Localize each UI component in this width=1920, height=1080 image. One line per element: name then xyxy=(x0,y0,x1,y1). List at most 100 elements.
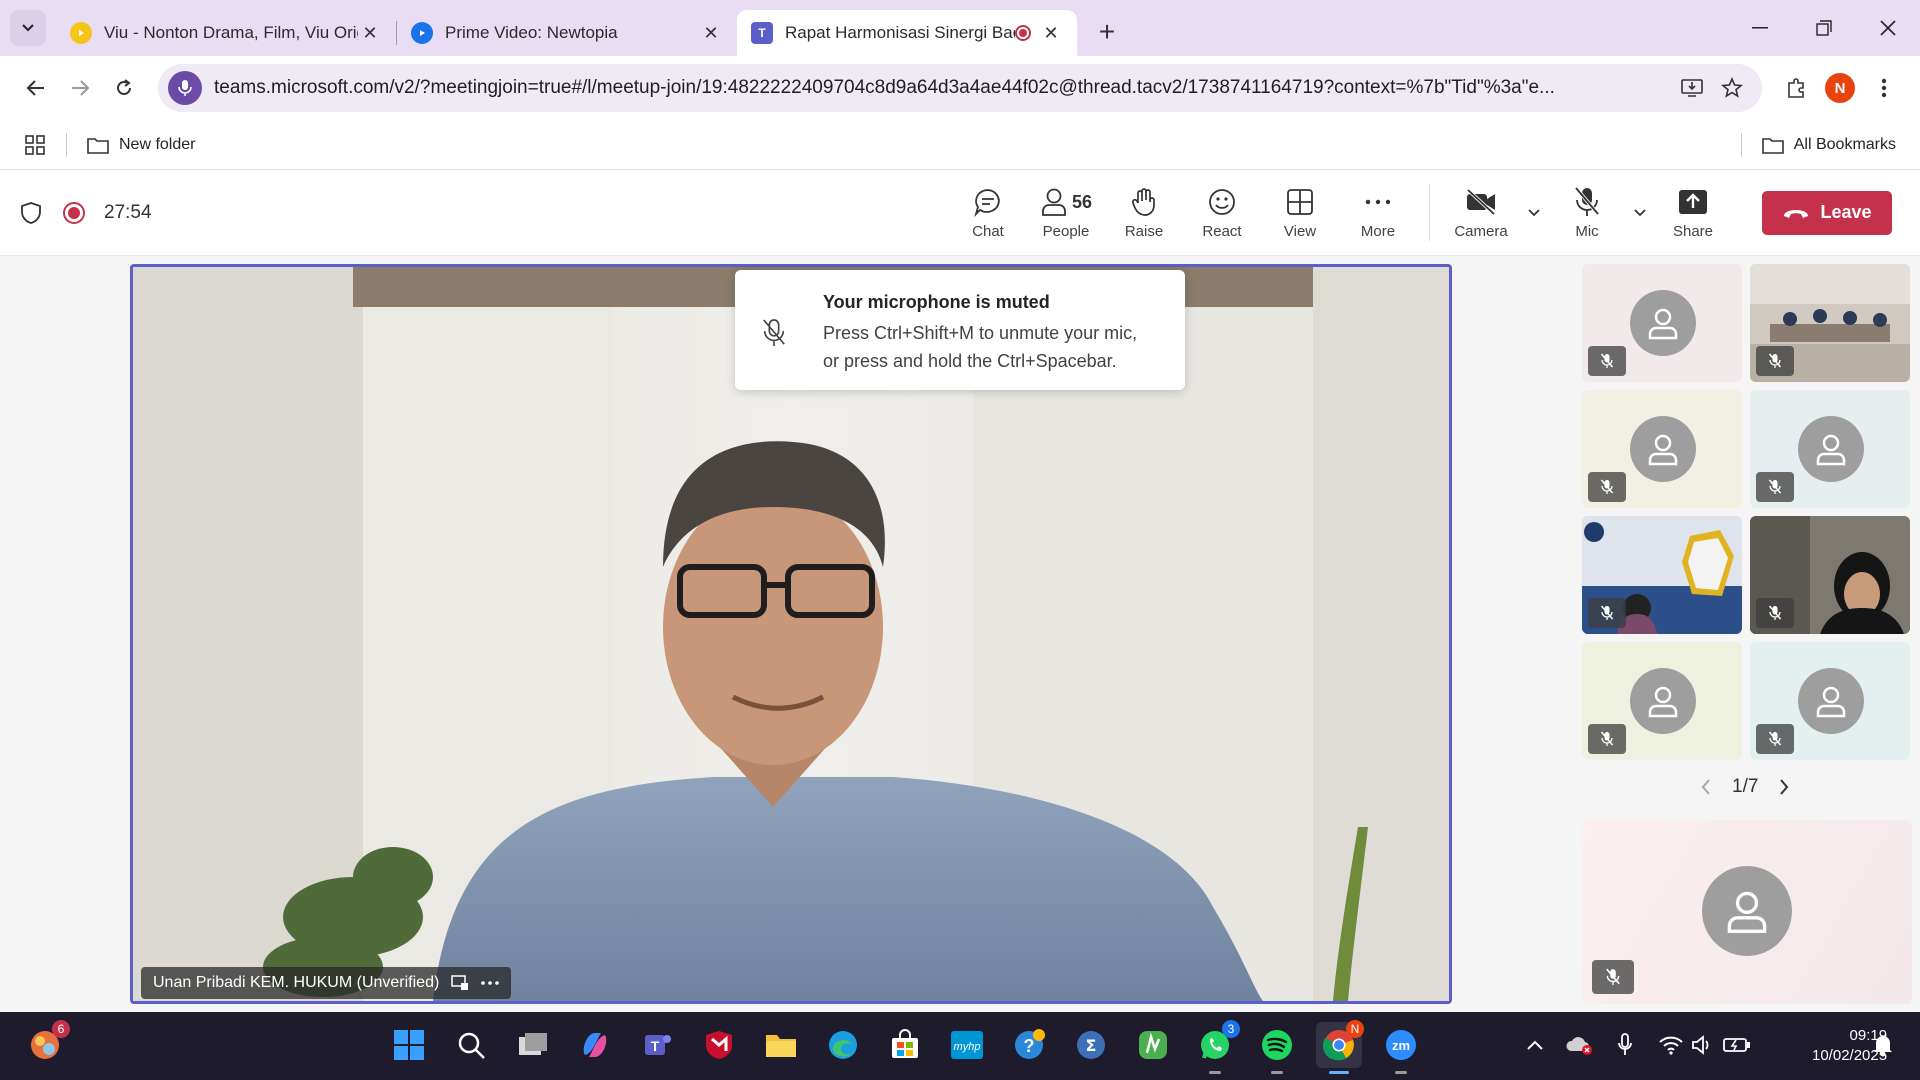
react-button[interactable]: React xyxy=(1183,178,1261,248)
divider xyxy=(1429,184,1430,241)
mcafee-shield-icon xyxy=(706,1031,732,1059)
smiley-icon xyxy=(1209,189,1235,215)
meeting-timer: 27:54 xyxy=(104,201,152,223)
file-explorer-button[interactable] xyxy=(758,1022,804,1068)
participant-tile-video[interactable] xyxy=(1582,516,1742,634)
copilot-button[interactable] xyxy=(572,1022,618,1068)
camera-button[interactable]: Camera xyxy=(1442,178,1520,248)
zoom-button[interactable]: zm xyxy=(1378,1022,1424,1074)
chevron-left-icon[interactable] xyxy=(1700,778,1712,796)
microsoft-store-button[interactable] xyxy=(882,1022,928,1068)
microphone-tray-button[interactable] xyxy=(1602,1022,1648,1068)
bookmark-label: New folder xyxy=(119,135,196,153)
spotify-button[interactable] xyxy=(1254,1022,1300,1074)
onedrive-button[interactable] xyxy=(1556,1022,1602,1068)
back-button[interactable] xyxy=(14,66,58,110)
apps-button[interactable] xyxy=(24,134,46,156)
more-dots-icon[interactable] xyxy=(481,981,500,985)
whatsapp-button[interactable]: 3 xyxy=(1192,1020,1240,1074)
svg-text:myhp: myhp xyxy=(954,1041,981,1053)
task-view-button[interactable] xyxy=(510,1022,556,1068)
tab-viu[interactable]: Viu - Nonton Drama, Film, Viu Original ✕ xyxy=(56,10,396,56)
mcafee-button[interactable] xyxy=(696,1022,742,1068)
get-help-button[interactable]: ? xyxy=(1006,1022,1052,1068)
green-app-button[interactable] xyxy=(1130,1022,1176,1068)
search-button[interactable] xyxy=(448,1022,494,1068)
notifications-button[interactable] xyxy=(1860,1022,1906,1068)
address-bar[interactable]: teams.microsoft.com/v2/?meetingjoin=true… xyxy=(158,64,1762,112)
running-indicator xyxy=(1209,1071,1221,1074)
battery-button[interactable] xyxy=(1714,1022,1760,1068)
windows-logo-icon xyxy=(394,1030,424,1060)
security-shield-icon[interactable] xyxy=(20,201,42,225)
participant-tile[interactable] xyxy=(1582,642,1742,760)
forward-button[interactable] xyxy=(58,66,102,110)
viu-icon xyxy=(70,22,92,44)
help-icon: ? xyxy=(1015,1029,1045,1059)
bookmark-star-icon[interactable] xyxy=(1712,68,1752,108)
tab-search-button[interactable] xyxy=(10,10,46,46)
zoom-icon: zm xyxy=(1386,1030,1416,1060)
participant-tile[interactable] xyxy=(1582,264,1742,382)
folder-icon xyxy=(766,1035,796,1057)
start-button[interactable] xyxy=(386,1022,432,1068)
raise-hand-button[interactable]: Raise xyxy=(1105,178,1183,248)
calculator-app-button[interactable]: Σ xyxy=(1068,1022,1114,1068)
self-view-tile[interactable] xyxy=(1582,820,1912,1004)
chat-icon xyxy=(974,189,1000,217)
minimize-icon[interactable] xyxy=(1728,0,1792,56)
profile-button[interactable]: N xyxy=(1818,66,1862,110)
teams-icon: T xyxy=(645,1035,671,1055)
myhp-button[interactable]: myhp xyxy=(944,1022,990,1068)
spotify-icon xyxy=(1262,1030,1292,1060)
mic-off-icon xyxy=(761,292,799,368)
bell-icon xyxy=(1874,1036,1892,1057)
participant-tile[interactable] xyxy=(1582,390,1742,508)
notification-badge: 6 xyxy=(52,1020,70,1038)
participant-tile[interactable] xyxy=(1750,390,1910,508)
chrome-menu-button[interactable] xyxy=(1862,66,1906,110)
close-window-icon[interactable] xyxy=(1856,0,1920,56)
participant-tile[interactable] xyxy=(1750,642,1910,760)
microphone-icon xyxy=(1618,1033,1632,1055)
tab-title: Prime Video: Newtopia xyxy=(445,23,618,42)
app-icon xyxy=(1139,1031,1167,1059)
chevron-right-icon[interactable] xyxy=(1778,778,1790,796)
camera-options-button[interactable] xyxy=(1520,178,1548,248)
mic-off-icon xyxy=(1574,186,1600,216)
close-icon[interactable]: ✕ xyxy=(1039,21,1063,45)
url-text[interactable]: teams.microsoft.com/v2/?meetingjoin=true… xyxy=(214,77,1672,99)
widgets-button[interactable]: 6 xyxy=(22,1020,70,1068)
show-hidden-icons-button[interactable] xyxy=(1512,1022,1558,1068)
svg-text:Σ: Σ xyxy=(1086,1036,1097,1055)
extensions-button[interactable] xyxy=(1774,66,1818,110)
install-app-icon[interactable] xyxy=(1672,68,1712,108)
leave-button[interactable]: Leave xyxy=(1762,190,1892,235)
participant-tile-video[interactable] xyxy=(1750,516,1910,634)
gallery-pager: 1/7 xyxy=(1700,776,1790,798)
bookmark-folder-new[interactable]: New folder xyxy=(87,136,195,154)
new-tab-button[interactable]: + xyxy=(1087,12,1127,52)
all-bookmarks-button[interactable]: All Bookmarks xyxy=(1761,136,1896,154)
teams-app-button[interactable]: T xyxy=(634,1022,680,1068)
store-icon xyxy=(892,1029,918,1058)
participant-tile-video[interactable] xyxy=(1750,264,1910,382)
mic-button[interactable]: Mic xyxy=(1548,178,1626,248)
chrome-button[interactable]: N xyxy=(1316,1020,1364,1074)
close-icon[interactable]: ✕ xyxy=(699,21,723,45)
share-button[interactable]: Share xyxy=(1654,178,1732,248)
chat-button[interactable]: Chat xyxy=(949,178,1027,248)
microphone-in-use-icon[interactable] xyxy=(168,71,202,105)
puzzle-icon xyxy=(1788,78,1804,98)
people-label: People xyxy=(1042,223,1090,240)
mic-options-button[interactable] xyxy=(1626,178,1654,248)
reload-button[interactable] xyxy=(102,66,146,110)
restore-icon[interactable] xyxy=(1792,0,1856,56)
view-button[interactable]: View xyxy=(1261,178,1339,248)
edge-button[interactable] xyxy=(820,1022,866,1068)
tab-prime-video[interactable]: Prime Video: Newtopia ✕ xyxy=(397,10,737,56)
tab-teams-meeting[interactable]: T Rapat Harmonisasi Sinergi Badan ✕ xyxy=(737,10,1077,56)
close-icon[interactable]: ✕ xyxy=(358,21,382,45)
more-button[interactable]: More xyxy=(1339,178,1417,248)
people-button[interactable]: 56 People xyxy=(1027,178,1105,248)
